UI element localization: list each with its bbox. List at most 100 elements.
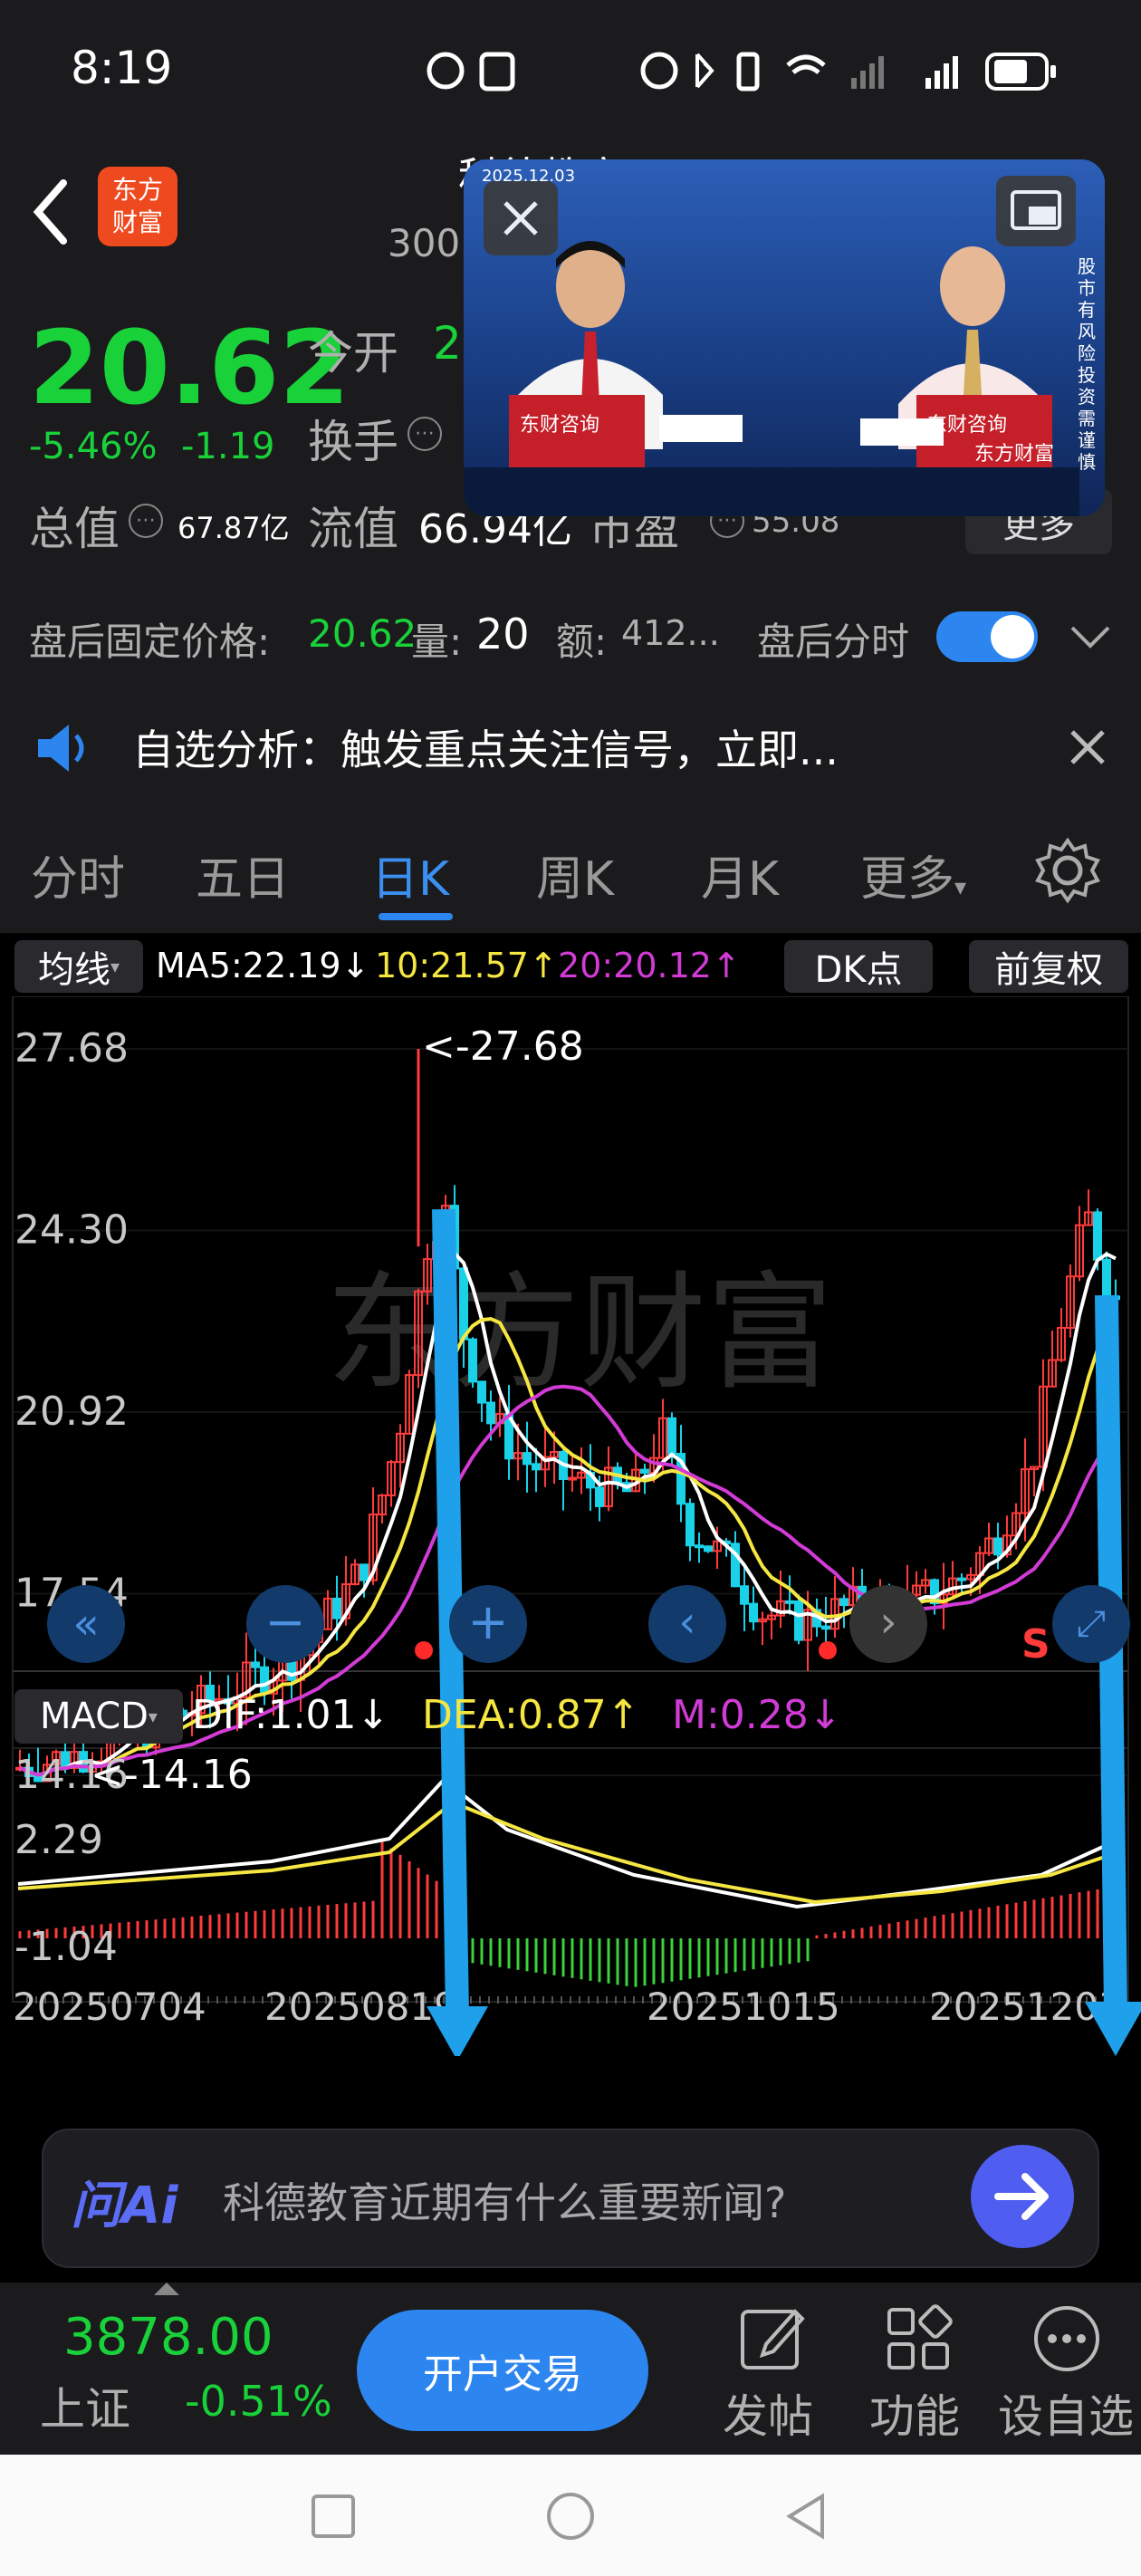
- ai-logo: 问Ai: [71, 2177, 178, 2235]
- caret-down-icon: ▾: [110, 956, 120, 977]
- after-amt-label: 额:: [556, 620, 608, 664]
- candle: [957, 1577, 966, 1581]
- alert-bar[interactable]: 自选分析：触发重点关注信号，立即...: [0, 688, 1141, 806]
- ai-send-button[interactable]: [971, 2145, 1074, 2248]
- macd-axis-label: -1.04: [14, 1924, 118, 1970]
- info-icon[interactable]: ⋯: [408, 417, 442, 451]
- sell-signal-marker: S: [1021, 1621, 1050, 1668]
- app-logo: 东方 财富: [98, 167, 177, 246]
- next-button[interactable]: ›: [849, 1585, 927, 1663]
- candle: [477, 1380, 486, 1404]
- after-price-value: 20.62: [308, 611, 417, 656]
- back-icon[interactable]: [27, 176, 72, 248]
- price-axis-label: 20.92: [14, 1389, 129, 1435]
- tab-intraday[interactable]: 分时: [31, 841, 125, 908]
- index-name[interactable]: 上证: [40, 2373, 130, 2438]
- ma20-value: 20:20.12↑: [558, 946, 741, 985]
- ai-question-box[interactable]: 问Ai 科德教育近期有什么重要新闻?: [42, 2129, 1099, 2268]
- k-chart[interactable]: 东方财富 27.6824.3020.9217.5414.162.29-1.042…: [0, 996, 1141, 2056]
- candle: [749, 1602, 758, 1623]
- expand-index-icon[interactable]: [154, 2283, 179, 2295]
- after-vol-label: 量:: [411, 620, 463, 664]
- price-axis-label: 27.68: [14, 1025, 129, 1072]
- chart-area: 均线 ▾ MA5:22.19↓ 10:21.57↑ 20:20.12↑ DK点 前…: [0, 933, 1141, 2092]
- caret-down-icon: ▾: [954, 874, 967, 901]
- candle: [640, 1468, 649, 1474]
- adjust-button[interactable]: 前复权: [969, 940, 1128, 993]
- last-price: 20.62: [29, 310, 350, 428]
- after-hours-toggle-label: 盘后分时: [757, 620, 910, 664]
- chevron-down-icon[interactable]: [1069, 619, 1112, 655]
- tab-indicator: [379, 913, 453, 920]
- macd-select[interactable]: MACD ▾: [14, 1689, 183, 1744]
- info-icon[interactable]: ⋯: [129, 504, 163, 538]
- candle: [260, 1666, 269, 1695]
- ma5-value: MA5:22.19↓: [156, 946, 370, 985]
- system-nav-bar: [0, 2455, 1141, 2576]
- price-axis-label: 24.30: [14, 1207, 129, 1254]
- watermark: 东方财富: [326, 1260, 833, 1408]
- signal-dot: [819, 1641, 837, 1659]
- candle: [695, 1544, 704, 1549]
- tab-five-day[interactable]: 五日: [196, 841, 290, 908]
- rewind-button[interactable]: «: [47, 1585, 125, 1663]
- recent-apps-icon[interactable]: [308, 2491, 359, 2542]
- ma10-value: 10:21.57↑: [375, 946, 558, 985]
- status-bar: 8:19: [0, 0, 1141, 145]
- macd-m: M:0.28↓: [672, 1692, 842, 1738]
- function-label[interactable]: 功能: [869, 2380, 960, 2446]
- after-vol-value: 20: [476, 610, 530, 658]
- date-axis-label: 20251015: [647, 1985, 840, 2029]
- add-watchlist-label[interactable]: 设自选: [998, 2380, 1134, 2446]
- index-value[interactable]: 3878.00: [63, 2308, 273, 2367]
- speaker-icon: [38, 725, 84, 772]
- macd-dif: DIF:1.01↓: [192, 1692, 390, 1738]
- mktcap-value: 67.87亿: [177, 511, 290, 545]
- arrow-right-icon: [994, 2173, 1049, 2220]
- candle: [667, 1417, 676, 1456]
- date-axis-label: 20250704: [13, 1985, 206, 2029]
- candle: [839, 1598, 849, 1607]
- candle: [486, 1401, 495, 1425]
- more-icon[interactable]: [1031, 2302, 1103, 2375]
- after-amt-value: 412...: [621, 613, 720, 653]
- tab-more[interactable]: 更多▾: [860, 841, 966, 908]
- candle: [686, 1503, 695, 1547]
- candle: [251, 1661, 260, 1668]
- macd-dea: DEA:0.87↑: [422, 1692, 640, 1738]
- tab-monthly-k[interactable]: 月K: [701, 841, 779, 908]
- status-time: 8:19: [71, 42, 173, 94]
- zoom-out-button[interactable]: −: [246, 1585, 324, 1663]
- status-icons: [427, 52, 1056, 91]
- post-label[interactable]: 发帖: [723, 2380, 813, 2446]
- turnover-label: 换手: [308, 416, 398, 468]
- host-right-logo: 东财咨询: [927, 414, 1007, 437]
- candle: [459, 1267, 468, 1341]
- settings-icon[interactable]: [1034, 837, 1101, 904]
- edit-icon[interactable]: [735, 2302, 808, 2375]
- fullscreen-button[interactable]: ⤢: [1052, 1585, 1130, 1663]
- candle: [704, 1545, 713, 1552]
- risk-warning: 股市有风险投资需谨慎: [1078, 255, 1096, 473]
- after-hours-toggle[interactable]: [936, 611, 1038, 662]
- video-pip[interactable]: 2025.12.03 股市有风险投资需谨慎 东财咨询 东财咨询 东方财富: [464, 159, 1105, 516]
- mktcap-label: 总值: [29, 503, 120, 555]
- signal-dot: [415, 1641, 433, 1659]
- candle: [360, 1563, 369, 1581]
- tab-daily-k[interactable]: 日K: [371, 841, 449, 908]
- grid-icon[interactable]: [882, 2302, 954, 2375]
- ai-placeholder: 科德教育近期有什么重要新闻?: [223, 2178, 787, 2227]
- zoom-in-button[interactable]: +: [449, 1585, 527, 1663]
- indicator-type-select[interactable]: 均线 ▾: [14, 940, 143, 993]
- video-brand: 东方财富: [974, 443, 1054, 466]
- candle: [332, 1597, 341, 1620]
- back-nav-icon[interactable]: [781, 2491, 831, 2542]
- home-icon[interactable]: [543, 2489, 598, 2543]
- candle: [1093, 1211, 1102, 1261]
- prev-button[interactable]: ‹: [648, 1585, 726, 1663]
- open-account-trade-button[interactable]: 开户交易: [357, 2310, 648, 2431]
- tab-weekly-k[interactable]: 周K: [536, 841, 614, 908]
- close-icon[interactable]: [1067, 726, 1108, 768]
- candle: [993, 1537, 1002, 1556]
- dk-point-button[interactable]: DK点: [784, 940, 933, 993]
